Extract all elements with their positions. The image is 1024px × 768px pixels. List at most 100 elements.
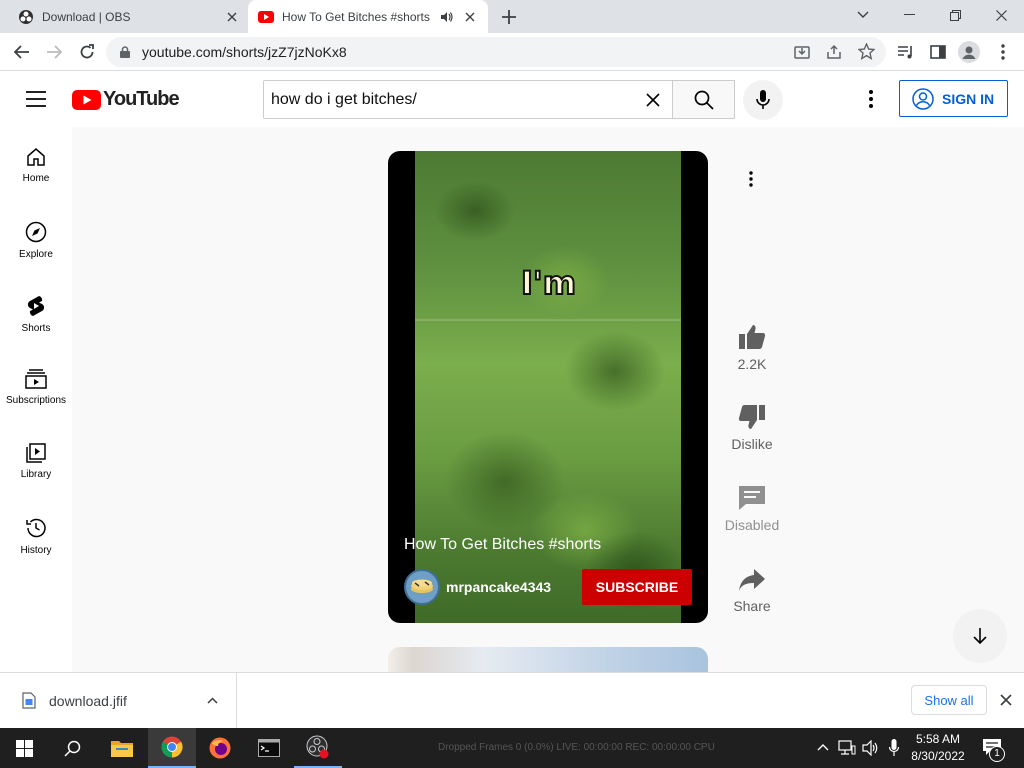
- share-button[interactable]: Share: [720, 568, 784, 614]
- sign-in-button[interactable]: SIGN IN: [899, 80, 1008, 117]
- profile-avatar-icon[interactable]: [958, 41, 980, 63]
- guide-item-label: Shorts: [21, 323, 51, 334]
- search-button[interactable]: [672, 80, 735, 119]
- search-icon: [694, 90, 714, 110]
- channel-avatar[interactable]: [404, 569, 440, 605]
- guide-item-shorts[interactable]: Shorts: [0, 275, 72, 349]
- taskbar-search-button[interactable]: [48, 728, 96, 768]
- tab-obs-download[interactable]: Download | OBS: [0, 0, 248, 33]
- windows-taskbar: Dropped Frames 0 (0.0%) LIVE: 00:00:00 R…: [0, 728, 1024, 768]
- comments-disabled-label: Disabled: [724, 517, 780, 533]
- download-item[interactable]: download.jfif: [0, 673, 237, 728]
- restore-button[interactable]: [932, 0, 978, 30]
- audio-playing-icon[interactable]: [440, 11, 454, 23]
- chrome-menu-icon[interactable]: [992, 41, 1014, 63]
- close-window-button[interactable]: [978, 0, 1024, 30]
- history-icon: [26, 518, 46, 538]
- sign-in-label: SIGN IN: [942, 90, 995, 107]
- dislike-label: Dislike: [731, 436, 773, 452]
- voice-search-button[interactable]: [743, 80, 783, 120]
- media-control-icon[interactable]: [895, 41, 917, 63]
- lock-icon[interactable]: [120, 46, 130, 58]
- frame-seam: [415, 319, 681, 321]
- forward-arrow-icon[interactable]: [43, 41, 65, 63]
- subscribe-button[interactable]: SUBSCRIBE: [582, 569, 692, 605]
- guide-item-subscriptions[interactable]: Subscriptions: [0, 349, 72, 423]
- clear-search-icon[interactable]: [646, 93, 660, 107]
- browser-toolbar: youtube.com/shorts/jzZ7jzNoKx8: [0, 33, 1024, 71]
- reload-icon[interactable]: [76, 41, 98, 63]
- search-icon: [63, 740, 80, 757]
- next-video-button[interactable]: [953, 609, 1007, 663]
- guide-item-explore[interactable]: Explore: [0, 201, 72, 275]
- shorts-player[interactable]: I'm How To Get Bitches #shorts mrpancake…: [388, 151, 708, 623]
- comments-button[interactable]: Disabled: [720, 485, 784, 533]
- tab-title: Download | OBS: [42, 9, 131, 24]
- hamburger-menu-icon[interactable]: [26, 91, 46, 107]
- network-icon[interactable]: [838, 740, 856, 756]
- start-button[interactable]: [0, 728, 48, 768]
- clock-date: 8/30/2022: [911, 749, 965, 763]
- guide-item-library[interactable]: Library: [0, 423, 72, 497]
- youtube-play-logo-icon: [72, 89, 101, 110]
- back-arrow-icon[interactable]: [11, 41, 33, 63]
- taskbar-clock[interactable]: 5:58 AM 8/30/2022: [906, 731, 970, 765]
- taskbar-chrome[interactable]: [148, 728, 196, 768]
- tab-youtube-short[interactable]: How To Get Bitches #shorts: [248, 0, 488, 33]
- firefox-logo-icon: [209, 737, 231, 759]
- address-bar[interactable]: youtube.com/shorts/jzZ7jzNoKx8: [106, 37, 886, 67]
- like-count: 2.2K: [737, 356, 767, 372]
- notification-center-button[interactable]: 1: [980, 737, 1008, 762]
- youtube-favicon-icon: [258, 10, 274, 23]
- youtube-header: YouTube how do i get bitches/ SIGN IN: [0, 71, 1024, 127]
- install-app-icon[interactable]: [794, 44, 810, 60]
- file-icon: [22, 692, 36, 709]
- obs-favicon-icon: [19, 9, 33, 24]
- microphone-tray-icon[interactable]: [889, 739, 899, 757]
- chevron-up-icon[interactable]: [207, 697, 218, 704]
- show-all-downloads-button[interactable]: Show all: [911, 685, 987, 715]
- clock-time: 5:58 AM: [915, 732, 961, 746]
- terminal-icon: [258, 739, 280, 757]
- arrow-down-icon: [973, 628, 987, 645]
- obs-logo-icon: [306, 735, 329, 759]
- comment-icon: [739, 486, 765, 510]
- channel-name[interactable]: mrpancake4343: [446, 579, 551, 595]
- side-panel-icon[interactable]: [927, 41, 949, 63]
- taskbar-obs[interactable]: [294, 728, 342, 768]
- tab-close-icon[interactable]: [222, 7, 242, 27]
- bookmark-star-icon[interactable]: [858, 43, 875, 60]
- share-arrow-icon: [739, 569, 765, 591]
- close-download-shelf-icon[interactable]: [1000, 694, 1012, 706]
- guide-item-label: History: [20, 545, 52, 556]
- new-tab-button[interactable]: [497, 6, 521, 28]
- guide-item-label: Explore: [19, 249, 53, 260]
- home-icon: [27, 148, 45, 166]
- share-page-icon[interactable]: [826, 44, 842, 60]
- tab-close-icon[interactable]: [460, 7, 480, 27]
- taskbar-terminal[interactable]: [245, 728, 293, 768]
- video-caption-overlay: I'm: [520, 263, 577, 303]
- search-input[interactable]: how do i get bitches/: [263, 80, 673, 119]
- youtube-logo[interactable]: YouTube: [72, 88, 180, 111]
- tab-search-chevron-icon[interactable]: [840, 0, 886, 30]
- dislike-button[interactable]: Dislike: [720, 404, 784, 452]
- guide-item-label: Library: [20, 469, 52, 480]
- guide-item-history[interactable]: History: [0, 497, 72, 571]
- tab-title: How To Get Bitches #shorts: [282, 9, 430, 24]
- like-button[interactable]: 2.2K: [720, 324, 784, 372]
- thumbs-down-icon: [738, 405, 765, 429]
- pancake-avatar-icon: [411, 579, 433, 593]
- guide-item-home[interactable]: Home: [0, 127, 72, 201]
- shorts-icon: [27, 296, 45, 316]
- short-title[interactable]: How To Get Bitches #shorts: [404, 536, 601, 554]
- more-actions-kebab-icon[interactable]: [749, 171, 753, 187]
- share-label: Share: [733, 598, 771, 614]
- minimize-button[interactable]: [886, 0, 932, 30]
- volume-icon[interactable]: [862, 740, 880, 756]
- taskbar-file-explorer[interactable]: [98, 728, 146, 768]
- taskbar-firefox[interactable]: [196, 728, 244, 768]
- settings-kebab-icon[interactable]: [869, 90, 873, 108]
- show-hidden-icons-chevron-icon[interactable]: [817, 743, 829, 751]
- download-file-name: download.jfif: [49, 693, 127, 709]
